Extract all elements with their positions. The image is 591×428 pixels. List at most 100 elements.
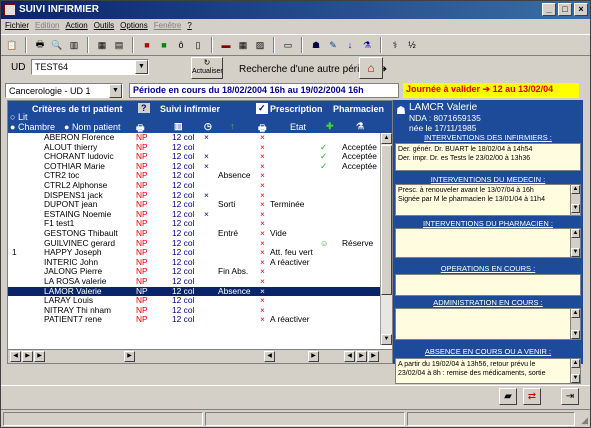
prescription-title: Prescription — [270, 104, 323, 114]
table-row[interactable]: PATIENT7 rene NP 12 col A réactiver × — [8, 315, 380, 325]
green-cross-icon[interactable]: ✚ — [326, 121, 334, 132]
chart-icon[interactable]: ▨ — [253, 38, 267, 52]
list-icon[interactable]: 📋 — [5, 38, 19, 52]
scroll-down-button[interactable]: ▼ — [381, 334, 392, 345]
chevron-down-icon[interactable]: ▼ — [135, 60, 148, 74]
bottle-icon[interactable]: ▯ — [191, 38, 205, 52]
tube-icon[interactable]: ↓ — [343, 38, 357, 52]
menu-item-2[interactable]: Action — [65, 19, 87, 33]
sort-option-bed[interactable]: ○ Lit — [10, 112, 27, 122]
pill-bottle-icon[interactable]: ⚗ — [360, 38, 374, 52]
bag-icon[interactable]: ô — [174, 38, 188, 52]
scroll-right-button[interactable]: ▶ — [34, 351, 45, 362]
resize-grip-icon[interactable]: ◢ — [581, 415, 588, 426]
checkbox-icon[interactable]: ✓ — [256, 103, 268, 114]
day-to-validate[interactable]: Journée à valider ➔ 12 au 13/02/04 — [403, 83, 579, 98]
service-select[interactable]: Cancerologie - UD 1 ▼ — [5, 83, 123, 98]
absence-box: A partir du 19/02/04 à 13h56, retour pré… — [395, 358, 581, 384]
print-icon[interactable]: 🖶 — [33, 38, 47, 52]
horizontal-scrollbars[interactable]: ◀ ▶ ▶ ▶ ◀ ▶ ◀ ▶ ▶ — [8, 349, 392, 363]
maximize-button[interactable]: □ — [558, 3, 572, 16]
vertical-scrollbar[interactable]: ▲ ▼ — [570, 229, 580, 257]
open-folder-icon[interactable]: ▰ — [499, 388, 517, 405]
unit-row: UD TEST64 ▼ ↻ Actualiser Recherche d'une… — [1, 57, 590, 81]
book-red-icon[interactable]: ■ — [140, 38, 154, 52]
scroll-right-button[interactable]: ▶ — [124, 351, 135, 362]
print-preview-icon[interactable]: 🔍 — [50, 38, 64, 52]
nurse-line: Der. impr. Dr. es Tests le 23/02/00 à 13… — [398, 155, 531, 162]
columns-icon[interactable]: ▥ — [174, 121, 183, 132]
search-period-button[interactable]: ⌂ — [359, 57, 383, 79]
np-cell: NP — [136, 314, 148, 325]
sort-option-bed-label: Lit — [17, 112, 28, 122]
grid-icon[interactable]: ▦ — [95, 38, 109, 52]
counter-icon[interactable]: ½ — [405, 38, 419, 52]
patient-birthdate: née le 17/11/1985 — [409, 123, 477, 133]
patient-rows: ABERON Florence NP 12 col × × ALOUT thierry NP… — [8, 133, 380, 345]
patient-nda: NDA : 8071659135 — [409, 113, 481, 123]
menu-item-1[interactable]: Edition — [35, 19, 59, 33]
presence-cell: Sorti — [218, 199, 236, 210]
vertical-scrollbar[interactable]: ▲ ▼ — [570, 359, 580, 383]
stethoscope-icon[interactable]: ⚕ — [388, 38, 402, 52]
ud-select[interactable]: TEST64 ▼ — [31, 59, 149, 75]
col-cell: 12 col — [172, 314, 195, 325]
swap-icon[interactable]: ⇄ — [523, 388, 541, 405]
menu-item-5[interactable]: Fenêtre — [154, 19, 182, 33]
pharmacy-icon[interactable]: ⚗ — [356, 121, 364, 132]
patient-name-cell: PATIENT7 rene — [44, 314, 102, 325]
menu-item-0[interactable]: Fichier — [5, 19, 29, 33]
monitor-icon[interactable]: ▭ — [281, 38, 295, 52]
status-cell — [205, 412, 405, 426]
update-button[interactable]: ↻ Actualiser — [191, 57, 223, 79]
vertical-scrollbar[interactable]: ▲ ▼ — [570, 185, 580, 215]
status-mark-cell: × — [204, 208, 209, 219]
state-label: Etat — [290, 122, 307, 132]
check-cell: ☺ — [320, 237, 329, 248]
presence-cell: Fin Abs. — [218, 266, 249, 277]
scroll-left-button[interactable]: ◀ — [10, 351, 21, 362]
help-button[interactable]: ? — [138, 103, 150, 113]
nurse-icon[interactable]: ☗ — [309, 38, 323, 52]
administration-title: ADMINISTRATION EN COURS : — [433, 298, 543, 307]
close-button[interactable]: × — [574, 3, 588, 16]
refresh-icon: ↻ — [203, 58, 211, 67]
scroll-right-button[interactable]: ▶ — [356, 351, 367, 362]
clock-icon[interactable]: ◷ — [204, 121, 212, 132]
scroll-right-button[interactable]: ▶ — [308, 351, 319, 362]
table-icon[interactable]: ▤ — [112, 38, 126, 52]
patient-detail-panel: ☗ LAMCR Valerie NDA : 8071659135 née le … — [393, 100, 583, 364]
calendar-icon[interactable]: ▦ — [236, 38, 250, 52]
window-title: SUIVI INFIRMIER — [19, 4, 100, 15]
pharmacist-interventions-title: INTERVENTIONS DU PHARMACIEN : — [423, 219, 553, 228]
doctor-interventions-title: INTERVENTIONS DU MEDECIN : — [430, 175, 546, 184]
grid-header: Critères de tri patient ? Suivi infirmie… — [8, 101, 392, 133]
menu-item-4[interactable]: Options — [120, 19, 148, 33]
columns-icon[interactable]: ▥ — [67, 38, 81, 52]
scroll-right-button[interactable]: ▶ — [22, 351, 33, 362]
menu-item-6[interactable]: ? — [187, 19, 191, 33]
scroll-left-button[interactable]: ◀ — [264, 351, 275, 362]
sort-option-name[interactable]: ● Nom patient — [64, 122, 120, 132]
scroll-right-button[interactable]: ▶ — [368, 351, 379, 362]
minimize-button[interactable]: _ — [542, 3, 556, 16]
scroll-thumb[interactable] — [381, 145, 392, 295]
vertical-scrollbar[interactable]: ▲ ▼ — [380, 133, 392, 345]
operations-box — [395, 274, 581, 296]
bed-icon[interactable]: ▬ — [219, 38, 233, 52]
arrow-up-icon[interactable]: ↑ — [230, 121, 235, 131]
sort-option-room[interactable]: ● Chambre — [10, 122, 55, 132]
scroll-left-button[interactable]: ◀ — [344, 351, 355, 362]
pill-icon[interactable]: ✎ — [326, 38, 340, 52]
book-green-icon[interactable]: ■ — [157, 38, 171, 52]
patient-name: LAMCR Valerie — [409, 102, 478, 113]
menu-item-3[interactable]: Outils — [94, 19, 114, 33]
scroll-up-button[interactable]: ▲ — [381, 133, 392, 144]
exit-door-icon[interactable]: ⇥ — [561, 388, 579, 405]
pharmacist-cell: Réserve — [342, 237, 374, 248]
vertical-scrollbar[interactable]: ▲ ▼ — [570, 309, 580, 339]
operations-title: OPERATIONS EN COURS : — [440, 264, 536, 273]
main-window: SUIVI INFIRMIER _ □ × Fichier Edition Acti… — [0, 0, 591, 428]
chevron-down-icon[interactable]: ▼ — [109, 84, 122, 98]
doctor-line: Presc. à renouveler avant le 13/07/04 à … — [398, 187, 534, 194]
